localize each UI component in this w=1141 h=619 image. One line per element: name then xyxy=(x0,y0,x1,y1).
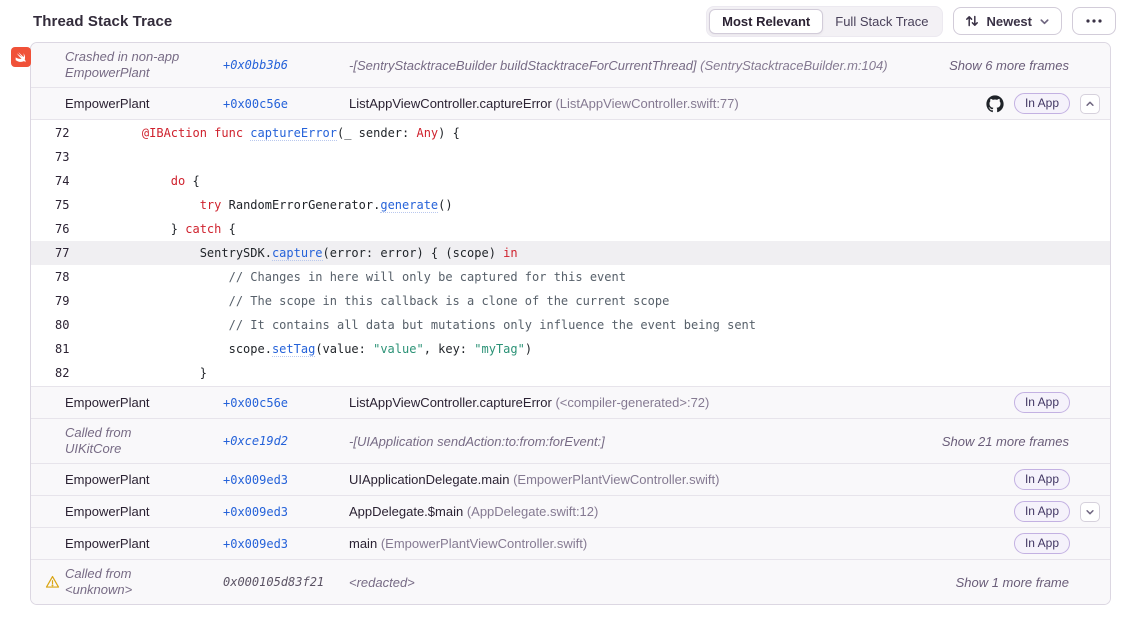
function-label: -[SentryStacktraceBuilder buildStacktrac… xyxy=(349,58,949,73)
show-more-frames-link[interactable]: Show 6 more frames xyxy=(949,58,1100,73)
in-app-badge: In App xyxy=(1014,93,1070,114)
swift-platform-icon xyxy=(11,47,31,67)
code-text: try RandomErrorGenerator.generate() xyxy=(99,193,453,217)
tab-full-stack-trace[interactable]: Full Stack Trace xyxy=(823,10,940,33)
code-text: } catch { xyxy=(99,217,236,241)
package-label: EmpowerPlant xyxy=(31,536,223,552)
sort-button[interactable]: Newest xyxy=(953,7,1062,35)
line-number: 81 xyxy=(31,337,99,361)
code-line: 81 scope.setTag(value: "value", key: "my… xyxy=(31,337,1110,361)
line-number: 80 xyxy=(31,313,99,337)
line-number: 73 xyxy=(31,145,99,169)
line-number: 82 xyxy=(31,361,99,385)
line-number: 77 xyxy=(31,241,99,265)
in-app-badge: In App xyxy=(1014,469,1070,490)
code-line: 75 try RandomErrorGenerator.generate() xyxy=(31,193,1110,217)
in-app-badge: In App xyxy=(1014,533,1070,554)
file-label: (SentryStacktraceBuilder.m:104) xyxy=(700,58,887,73)
stack-frame[interactable]: EmpowerPlant +0x009ed3 AppDelegate.$main… xyxy=(31,495,1110,527)
package-label: EmpowerPlant xyxy=(31,395,223,411)
line-number: 74 xyxy=(31,169,99,193)
code-text xyxy=(99,145,113,169)
code-line: 73 xyxy=(31,145,1110,169)
code-block: 72 @IBAction func captureError(_ sender:… xyxy=(31,119,1110,386)
stack-trace-card: Crashed in non-app EmpowerPlant +0x0bb3b… xyxy=(30,42,1111,605)
address-label: +0x0bb3b6 xyxy=(223,58,349,72)
stack-frame[interactable]: Called from <unknown> 0x000105d83f21 <re… xyxy=(31,559,1110,604)
code-line: 74 do { xyxy=(31,169,1110,193)
stack-frame[interactable]: Crashed in non-app EmpowerPlant +0x0bb3b… xyxy=(31,43,1110,87)
expand-frame-button[interactable] xyxy=(1080,502,1100,522)
function-label: ListAppViewController.captureError (List… xyxy=(349,96,986,111)
address-label: 0x000105d83f21 xyxy=(223,575,349,589)
show-more-frames-link[interactable]: Show 21 more frames xyxy=(942,434,1100,449)
function-label: -[UIApplication sendAction:to:from:forEv… xyxy=(349,434,942,449)
code-text: do { xyxy=(99,169,200,193)
address-label: +0x00c56e xyxy=(223,396,349,410)
page-title: Thread Stack Trace xyxy=(33,13,172,30)
code-line: 78 // Changes in here will only be captu… xyxy=(31,265,1110,289)
function-label: main (EmpowerPlantViewController.swift) xyxy=(349,536,1014,551)
address-label: +0x00c56e xyxy=(223,97,349,111)
code-line: 79 // The scope in this callback is a cl… xyxy=(31,289,1110,313)
function-label: ListAppViewController.captureError (<com… xyxy=(349,395,1014,410)
code-text: } xyxy=(99,361,207,385)
show-more-frames-link[interactable]: Show 1 more frame xyxy=(956,575,1100,590)
sort-label: Newest xyxy=(986,14,1032,29)
code-text: // The scope in this callback is a clone… xyxy=(99,289,669,313)
line-number: 76 xyxy=(31,217,99,241)
file-label: (<compiler-generated>:72) xyxy=(555,395,709,410)
file-label: (EmpowerPlantViewController.swift) xyxy=(381,536,587,551)
line-number: 72 xyxy=(31,121,99,145)
collapse-frame-button[interactable] xyxy=(1080,94,1100,114)
line-number: 75 xyxy=(31,193,99,217)
address-label: +0x009ed3 xyxy=(223,537,349,551)
tab-most-relevant[interactable]: Most Relevant xyxy=(709,9,823,34)
ellipsis-icon xyxy=(1086,19,1102,23)
code-line: 77 SentrySDK.capture(error: error) { (sc… xyxy=(31,241,1110,265)
more-options-button[interactable] xyxy=(1072,7,1116,35)
function-label: AppDelegate.$main (AppDelegate.swift:12) xyxy=(349,504,1014,519)
stack-frame[interactable]: Called from UIKitCore +0xce19d2 -[UIAppl… xyxy=(31,418,1110,463)
package-label: Crashed in non-app EmpowerPlant xyxy=(31,49,223,81)
stack-frame[interactable]: EmpowerPlant +0x00c56e ListAppViewContro… xyxy=(31,87,1110,119)
stack-frame[interactable]: EmpowerPlant +0x009ed3 main (EmpowerPlan… xyxy=(31,527,1110,559)
header-controls: Most Relevant Full Stack Trace Newest xyxy=(706,6,1116,37)
view-segmented-control: Most Relevant Full Stack Trace xyxy=(706,6,943,37)
github-icon[interactable] xyxy=(986,95,1004,113)
code-line: 72 @IBAction func captureError(_ sender:… xyxy=(31,121,1110,145)
code-text: SentrySDK.capture(error: error) { (scope… xyxy=(99,241,518,265)
function-label: UIApplicationDelegate.main (EmpowerPlant… xyxy=(349,472,1014,487)
file-label: (EmpowerPlantViewController.swift) xyxy=(513,472,719,487)
chevron-down-icon xyxy=(1039,16,1050,27)
in-app-badge: In App xyxy=(1014,392,1070,413)
address-label: +0xce19d2 xyxy=(223,434,349,448)
address-label: +0x009ed3 xyxy=(223,473,349,487)
code-text: // Changes in here will only be captured… xyxy=(99,265,626,289)
line-number: 79 xyxy=(31,289,99,313)
file-label: (ListAppViewController.swift:77) xyxy=(555,96,738,111)
package-label: EmpowerPlant xyxy=(31,472,223,488)
section-header: Thread Stack Trace Most Relevant Full St… xyxy=(0,0,1141,42)
in-app-badge: In App xyxy=(1014,501,1070,522)
code-line: 76 } catch { xyxy=(31,217,1110,241)
code-text: @IBAction func captureError(_ sender: An… xyxy=(99,121,460,145)
address-label: +0x009ed3 xyxy=(223,505,349,519)
stack-frame[interactable]: EmpowerPlant +0x009ed3 UIApplicationDele… xyxy=(31,463,1110,495)
code-line: 82 } xyxy=(31,361,1110,385)
package-label: EmpowerPlant xyxy=(31,96,223,112)
package-label: Called from UIKitCore xyxy=(31,425,223,457)
line-number: 78 xyxy=(31,265,99,289)
code-text: // It contains all data but mutations on… xyxy=(99,313,756,337)
code-line: 80 // It contains all data but mutations… xyxy=(31,313,1110,337)
file-label: (AppDelegate.swift:12) xyxy=(467,504,599,519)
stack-frame[interactable]: EmpowerPlant +0x00c56e ListAppViewContro… xyxy=(31,386,1110,418)
function-label: <redacted> xyxy=(349,575,956,590)
warning-icon xyxy=(45,575,60,590)
package-label: EmpowerPlant xyxy=(31,504,223,520)
sort-arrows-icon xyxy=(965,14,979,28)
code-text: scope.setTag(value: "value", key: "myTag… xyxy=(99,337,532,361)
